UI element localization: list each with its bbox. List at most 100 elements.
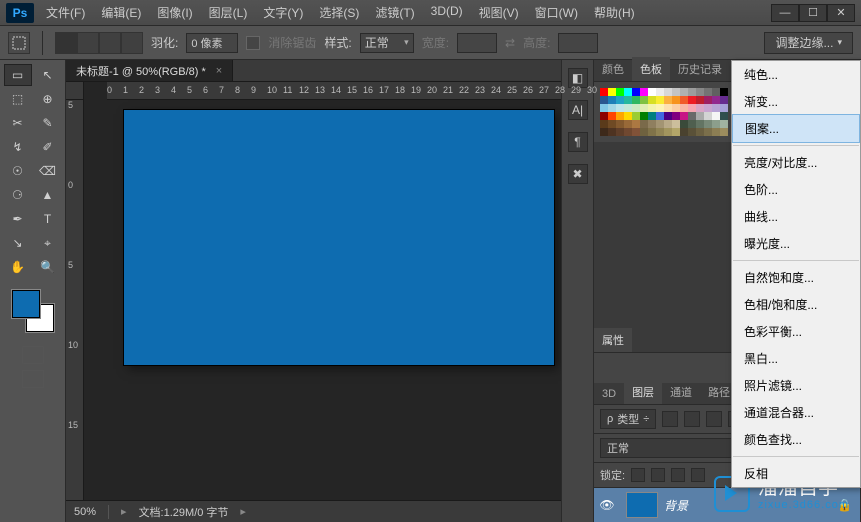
ctx-色相饱和度[interactable]: 色相/饱和度... <box>732 291 860 318</box>
swatch[interactable] <box>616 112 624 120</box>
feather-input[interactable] <box>186 33 238 53</box>
zoom-level[interactable]: 50% <box>74 506 96 518</box>
swatch[interactable] <box>712 88 720 96</box>
canvas[interactable] <box>84 100 561 500</box>
tool-13[interactable]: T <box>34 208 62 230</box>
swatch[interactable] <box>688 88 696 96</box>
swatch[interactable] <box>720 96 728 104</box>
swatch[interactable] <box>712 112 720 120</box>
swatch[interactable] <box>712 96 720 104</box>
swatch[interactable] <box>632 120 640 128</box>
ctx-通道混合器[interactable]: 通道混合器... <box>732 399 860 426</box>
swatch[interactable] <box>648 128 656 136</box>
swatch[interactable] <box>672 120 680 128</box>
ctx-曲线[interactable]: 曲线... <box>732 203 860 230</box>
maximize-button[interactable]: ☐ <box>799 4 827 22</box>
menu-I[interactable]: 图像(I) <box>151 0 198 25</box>
swatch[interactable] <box>680 128 688 136</box>
ctx-渐变[interactable]: 渐变... <box>732 88 860 115</box>
swatch[interactable] <box>704 128 712 136</box>
tab-色板[interactable]: 色板 <box>632 57 670 81</box>
tool-5[interactable]: ✎ <box>34 112 62 134</box>
swatch[interactable] <box>624 88 632 96</box>
tool-9[interactable]: ⌫ <box>34 160 62 182</box>
tool-3[interactable]: ⊕ <box>34 88 62 110</box>
swatch[interactable] <box>704 112 712 120</box>
swatch[interactable] <box>648 120 656 128</box>
filter-pixel-icon[interactable] <box>662 411 678 427</box>
swatch[interactable] <box>640 120 648 128</box>
tool-12[interactable]: ✒ <box>4 208 32 230</box>
tool-4[interactable]: ✂ <box>4 112 32 134</box>
menu-F[interactable]: 文件(F) <box>40 0 91 25</box>
height-input[interactable] <box>558 33 598 53</box>
swatch[interactable] <box>672 104 680 112</box>
ctx-颜色查找[interactable]: 颜色查找... <box>732 426 860 453</box>
swatch[interactable] <box>696 120 704 128</box>
filter-type-icon[interactable] <box>706 411 722 427</box>
ctx-纯色[interactable]: 纯色... <box>732 61 860 88</box>
swatch[interactable] <box>600 120 608 128</box>
lock-transparent-icon[interactable] <box>631 468 645 482</box>
selection-subtract-icon[interactable] <box>99 32 121 54</box>
menu-V[interactable]: 视图(V) <box>473 0 525 25</box>
layer-name[interactable]: 背景 <box>664 497 688 514</box>
swatch[interactable] <box>696 112 704 120</box>
swatch[interactable] <box>632 128 640 136</box>
swatch[interactable] <box>640 128 648 136</box>
swatch[interactable] <box>664 112 672 120</box>
document-tab-active[interactable]: 未标题-1 @ 50%(RGB/8) * × <box>66 60 233 81</box>
ctx-自然饱和度[interactable]: 自然饱和度... <box>732 264 860 291</box>
swatch[interactable] <box>680 88 688 96</box>
swatch[interactable] <box>632 96 640 104</box>
swatch[interactable] <box>672 128 680 136</box>
tool-10[interactable]: ⚆ <box>4 184 32 206</box>
artboard[interactable] <box>124 110 554 365</box>
swatch[interactable] <box>632 112 640 120</box>
refine-edge-button[interactable]: 调整边缘...▾ <box>764 32 853 54</box>
minimize-button[interactable]: — <box>771 4 799 22</box>
swatch[interactable] <box>624 104 632 112</box>
swatch[interactable] <box>600 112 608 120</box>
swatch[interactable] <box>608 112 616 120</box>
tool-6[interactable]: ↯ <box>4 136 32 158</box>
swatch[interactable] <box>712 128 720 136</box>
tool-0[interactable]: ▭ <box>4 64 32 86</box>
ctx-色彩平衡[interactable]: 色彩平衡... <box>732 318 860 345</box>
tool-7[interactable]: ✐ <box>34 136 62 158</box>
tab-图层[interactable]: 图层 <box>624 380 662 404</box>
tool-16[interactable]: ✋ <box>4 256 32 278</box>
swatch[interactable] <box>720 120 728 128</box>
filter-kind-select[interactable]: ρ 类型 ÷ <box>600 409 656 429</box>
swatch[interactable] <box>688 112 696 120</box>
tab-3D[interactable]: 3D <box>594 384 624 404</box>
tool-11[interactable]: ▲ <box>34 184 62 206</box>
swatch[interactable] <box>608 88 616 96</box>
swatch[interactable] <box>624 128 632 136</box>
swatch[interactable] <box>600 96 608 104</box>
close-button[interactable]: ✕ <box>827 4 855 22</box>
quick-mask-button[interactable] <box>22 346 44 364</box>
swatch[interactable] <box>696 88 704 96</box>
swatch[interactable] <box>688 96 696 104</box>
swatch[interactable] <box>688 128 696 136</box>
tool-15[interactable]: ⌖ <box>34 232 62 254</box>
swatch[interactable] <box>664 104 672 112</box>
lock-pixels-icon[interactable] <box>651 468 665 482</box>
tool-2[interactable]: ⬚ <box>4 88 32 110</box>
swatch[interactable] <box>656 112 664 120</box>
menu-Y[interactable]: 文字(Y) <box>257 0 309 25</box>
width-input[interactable] <box>457 33 497 53</box>
visibility-icon[interactable]: 👁 <box>594 498 620 512</box>
swatch[interactable] <box>672 96 680 104</box>
swatch[interactable] <box>624 120 632 128</box>
menu-W[interactable]: 窗口(W) <box>529 0 584 25</box>
tool-8[interactable]: ☉ <box>4 160 32 182</box>
swatch[interactable] <box>696 128 704 136</box>
menu-S[interactable]: 选择(S) <box>313 0 365 25</box>
menu-H[interactable]: 帮助(H) <box>588 0 641 25</box>
swatch[interactable] <box>672 88 680 96</box>
properties-tab[interactable]: 属性 <box>594 328 632 352</box>
swatch[interactable] <box>720 88 728 96</box>
lock-position-icon[interactable] <box>671 468 685 482</box>
